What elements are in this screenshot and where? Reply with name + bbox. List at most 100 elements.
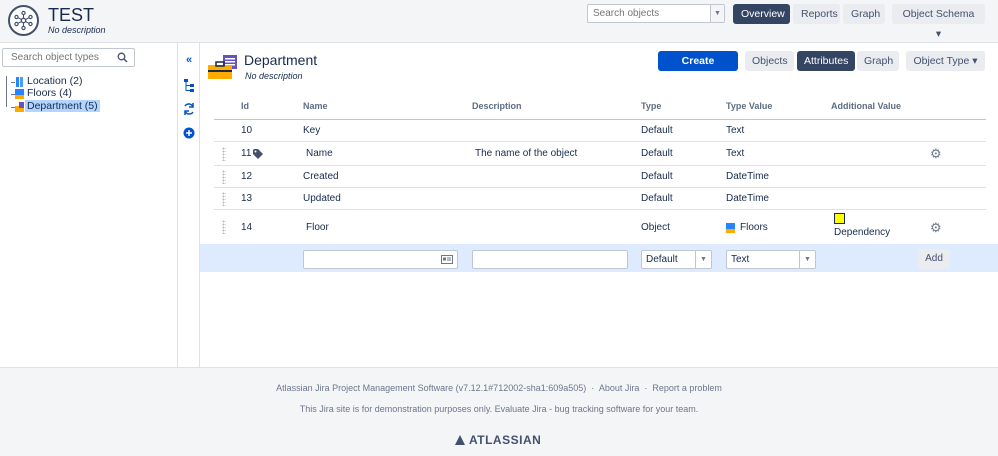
new-attribute-type-value-value: Text bbox=[731, 254, 750, 265]
dependency-swatch bbox=[834, 213, 845, 224]
search-objects-input[interactable] bbox=[588, 5, 708, 22]
cell-name: Floor bbox=[306, 222, 329, 233]
gear-icon[interactable]: ⚙ bbox=[930, 147, 942, 160]
object-type-dropdown[interactable]: Object Type ▾ bbox=[906, 51, 985, 71]
tree-toolbar: « bbox=[178, 43, 200, 367]
cell-name: Updated bbox=[303, 193, 341, 204]
cell-type-value: DateTime bbox=[726, 193, 769, 204]
cell-type: Default bbox=[641, 193, 673, 204]
column-header-description: Description bbox=[472, 101, 522, 111]
tab-objects[interactable]: Objects bbox=[745, 51, 794, 71]
schema-description: No description bbox=[48, 25, 106, 35]
search-objects-box[interactable]: ▼ bbox=[587, 4, 725, 23]
add-attribute-button[interactable]: Add bbox=[918, 249, 950, 269]
tab-attributes[interactable]: Attributes bbox=[797, 51, 855, 71]
footer-software-version: Atlassian Jira Project Management Softwa… bbox=[276, 383, 587, 393]
tag-icon bbox=[253, 149, 263, 159]
cell-id: 12 bbox=[241, 171, 253, 182]
footer-separator: · bbox=[591, 383, 595, 393]
footer-notice: This Jira site is for demonstration purp… bbox=[299, 404, 699, 414]
department-icon bbox=[208, 55, 237, 79]
cell-additional-value: Dependency bbox=[834, 227, 891, 238]
cell-id: 11 bbox=[241, 148, 252, 159]
cell-name: Name bbox=[306, 148, 333, 159]
new-attribute-type-select[interactable]: Default ▼ bbox=[641, 250, 712, 269]
report-problem-link[interactable]: Report a problem bbox=[652, 383, 722, 393]
column-header-id: Id bbox=[241, 101, 249, 111]
footer-separator: · bbox=[644, 383, 648, 393]
tree-item-label: Location (2) bbox=[27, 75, 83, 87]
drag-handle-icon[interactable] bbox=[222, 220, 226, 234]
new-attribute-type-value: Default bbox=[646, 254, 678, 265]
table-row[interactable]: 13 Updated Default DateTime bbox=[214, 188, 986, 210]
chevron-down-icon: ▾ bbox=[972, 55, 978, 67]
footer-links: Atlassian Jira Project Management Softwa… bbox=[0, 383, 998, 393]
atlassian-brand-text: ATLASSIAN bbox=[469, 433, 542, 447]
object-schema-label: Object Schema bbox=[902, 8, 975, 20]
cell-type: Object bbox=[641, 222, 670, 233]
refresh-icon[interactable] bbox=[182, 102, 196, 116]
column-header-name: Name bbox=[303, 101, 328, 111]
new-attribute-name-field[interactable] bbox=[303, 250, 458, 269]
drag-handle-icon[interactable] bbox=[222, 147, 226, 161]
atlassian-logo[interactable]: ATLASSIAN bbox=[455, 433, 541, 447]
table-row[interactable]: 14 Floor Object Floors Dependency ⚙ bbox=[214, 210, 986, 244]
cell-description: The name of the object bbox=[475, 148, 578, 159]
floors-icon bbox=[15, 89, 24, 99]
schema-network-icon[interactable] bbox=[8, 5, 39, 36]
chevron-down-icon: ▼ bbox=[695, 251, 711, 268]
nav-graph-button[interactable]: Graph bbox=[843, 4, 885, 24]
main-content: Department No description Create Object … bbox=[200, 43, 998, 367]
chevron-down-icon[interactable]: ▼ bbox=[710, 5, 724, 22]
collapse-icon[interactable]: « bbox=[182, 53, 196, 67]
top-header: TEST No description ▼ Overview Reports G… bbox=[0, 0, 998, 43]
cell-id: 13 bbox=[241, 193, 253, 204]
nav-overview-button[interactable]: Overview bbox=[733, 4, 790, 24]
gear-icon[interactable]: ⚙ bbox=[930, 221, 942, 234]
tree-item-label: Department (5) bbox=[25, 100, 100, 112]
table-row[interactable]: 10 Key Default Text bbox=[214, 120, 986, 142]
cell-type: Default bbox=[641, 125, 673, 136]
table-row[interactable]: 11 Name The name of the object Default T… bbox=[214, 142, 986, 166]
object-type-search-box[interactable] bbox=[2, 48, 135, 67]
cell-type-value[interactable]: Floors bbox=[740, 222, 768, 233]
object-schema-dropdown[interactable]: Object Schema ▾ bbox=[892, 4, 985, 40]
cell-type: Default bbox=[641, 148, 673, 159]
hierarchy-icon[interactable] bbox=[182, 78, 196, 92]
column-header-type-value: Type Value bbox=[726, 101, 773, 111]
location-icon bbox=[16, 77, 23, 87]
cell-type: Default bbox=[641, 171, 673, 182]
drag-handle-icon[interactable] bbox=[222, 170, 226, 184]
cell-type-value: Text bbox=[726, 125, 745, 136]
cell-id: 14 bbox=[241, 222, 253, 233]
drag-handle-icon[interactable] bbox=[222, 192, 226, 206]
cell-type-value: DateTime bbox=[726, 171, 769, 182]
add-icon[interactable] bbox=[182, 126, 196, 140]
new-attribute-type-value-select[interactable]: Text ▼ bbox=[726, 250, 816, 269]
object-type-panel: Location (2) Floors (4) Department (5) bbox=[0, 43, 178, 367]
cell-name: Key bbox=[303, 125, 321, 136]
new-attribute-row: Default ▼ Text ▼ Add bbox=[200, 244, 998, 272]
column-header-type: Type bbox=[641, 101, 662, 111]
cell-name: Created bbox=[303, 171, 339, 182]
chevron-down-icon: ▾ bbox=[935, 28, 942, 40]
table-row[interactable]: 12 Created Default DateTime bbox=[214, 166, 986, 188]
new-attribute-name-input[interactable] bbox=[304, 251, 434, 268]
new-attribute-description-field[interactable] bbox=[472, 250, 628, 269]
about-jira-link[interactable]: About Jira bbox=[599, 383, 640, 393]
create-object-button[interactable]: Create Object bbox=[658, 51, 738, 87]
object-type-search-input[interactable] bbox=[3, 49, 115, 66]
tab-graph[interactable]: Graph bbox=[857, 51, 899, 71]
tree-item-label: Floors (4) bbox=[27, 87, 72, 99]
column-header-additional-value: Additional Value bbox=[831, 101, 902, 111]
tree-connector bbox=[6, 76, 7, 107]
new-attribute-description-input[interactable] bbox=[473, 251, 623, 268]
search-icon bbox=[117, 52, 128, 63]
object-type-dropdown-label: Object Type bbox=[913, 55, 970, 67]
department-icon bbox=[15, 102, 24, 112]
chevron-down-icon: ▼ bbox=[799, 251, 815, 268]
card-icon bbox=[441, 255, 453, 264]
nav-reports-button[interactable]: Reports bbox=[793, 4, 840, 24]
object-type-description: No description bbox=[245, 71, 303, 81]
atlassian-icon bbox=[455, 435, 465, 445]
